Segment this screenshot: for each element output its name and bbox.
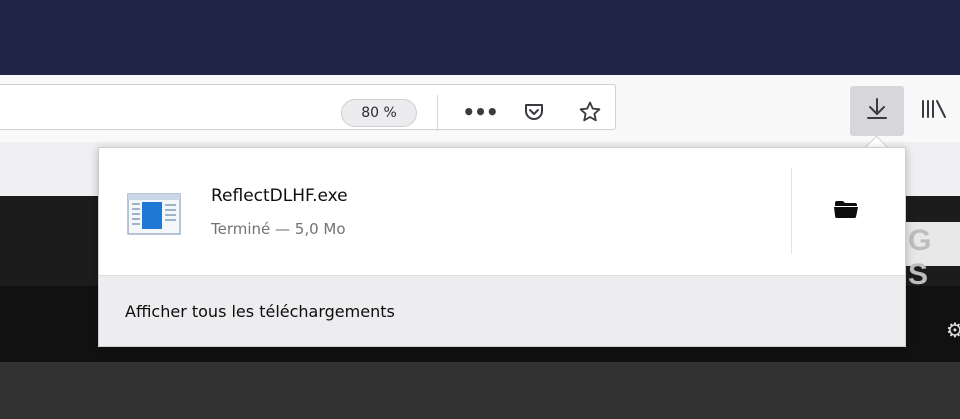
more-actions-icon[interactable]: ••• [462, 99, 498, 125]
nav-toolbar: 80 % ••• [0, 75, 960, 143]
page-content-body [0, 362, 960, 419]
page-peek-text: G S [898, 222, 960, 291]
pocket-icon[interactable] [521, 99, 547, 125]
downloads-panel: ReflectDLHF.exe Terminé — 5,0 Mo Affiche… [98, 147, 906, 347]
download-item[interactable]: ReflectDLHF.exe Terminé — 5,0 Mo [99, 148, 905, 274]
gear-icon[interactable]: ⚙ [946, 318, 960, 342]
download-button[interactable] [850, 86, 904, 136]
url-bar[interactable]: 80 % ••• [0, 84, 616, 131]
zoom-reset-button[interactable]: 80 % [341, 99, 417, 127]
download-file-name: ReflectDLHF.exe [211, 186, 348, 206]
open-folder-icon [833, 198, 859, 224]
url-bar-separator [437, 95, 438, 131]
library-button[interactable] [920, 94, 956, 128]
show-all-downloads-label: Afficher tous les téléchargements [125, 302, 395, 321]
download-icon [866, 97, 888, 125]
window-titlebar [0, 0, 960, 75]
bookmark-star-icon[interactable] [577, 99, 603, 125]
show-in-folder-button[interactable] [831, 198, 861, 224]
library-icon [920, 98, 950, 125]
exe-file-icon [127, 193, 181, 235]
item-separator [791, 168, 792, 254]
show-all-downloads-button[interactable]: Afficher tous les téléchargements [99, 275, 905, 346]
download-status: Terminé — 5,0 Mo [211, 220, 346, 238]
